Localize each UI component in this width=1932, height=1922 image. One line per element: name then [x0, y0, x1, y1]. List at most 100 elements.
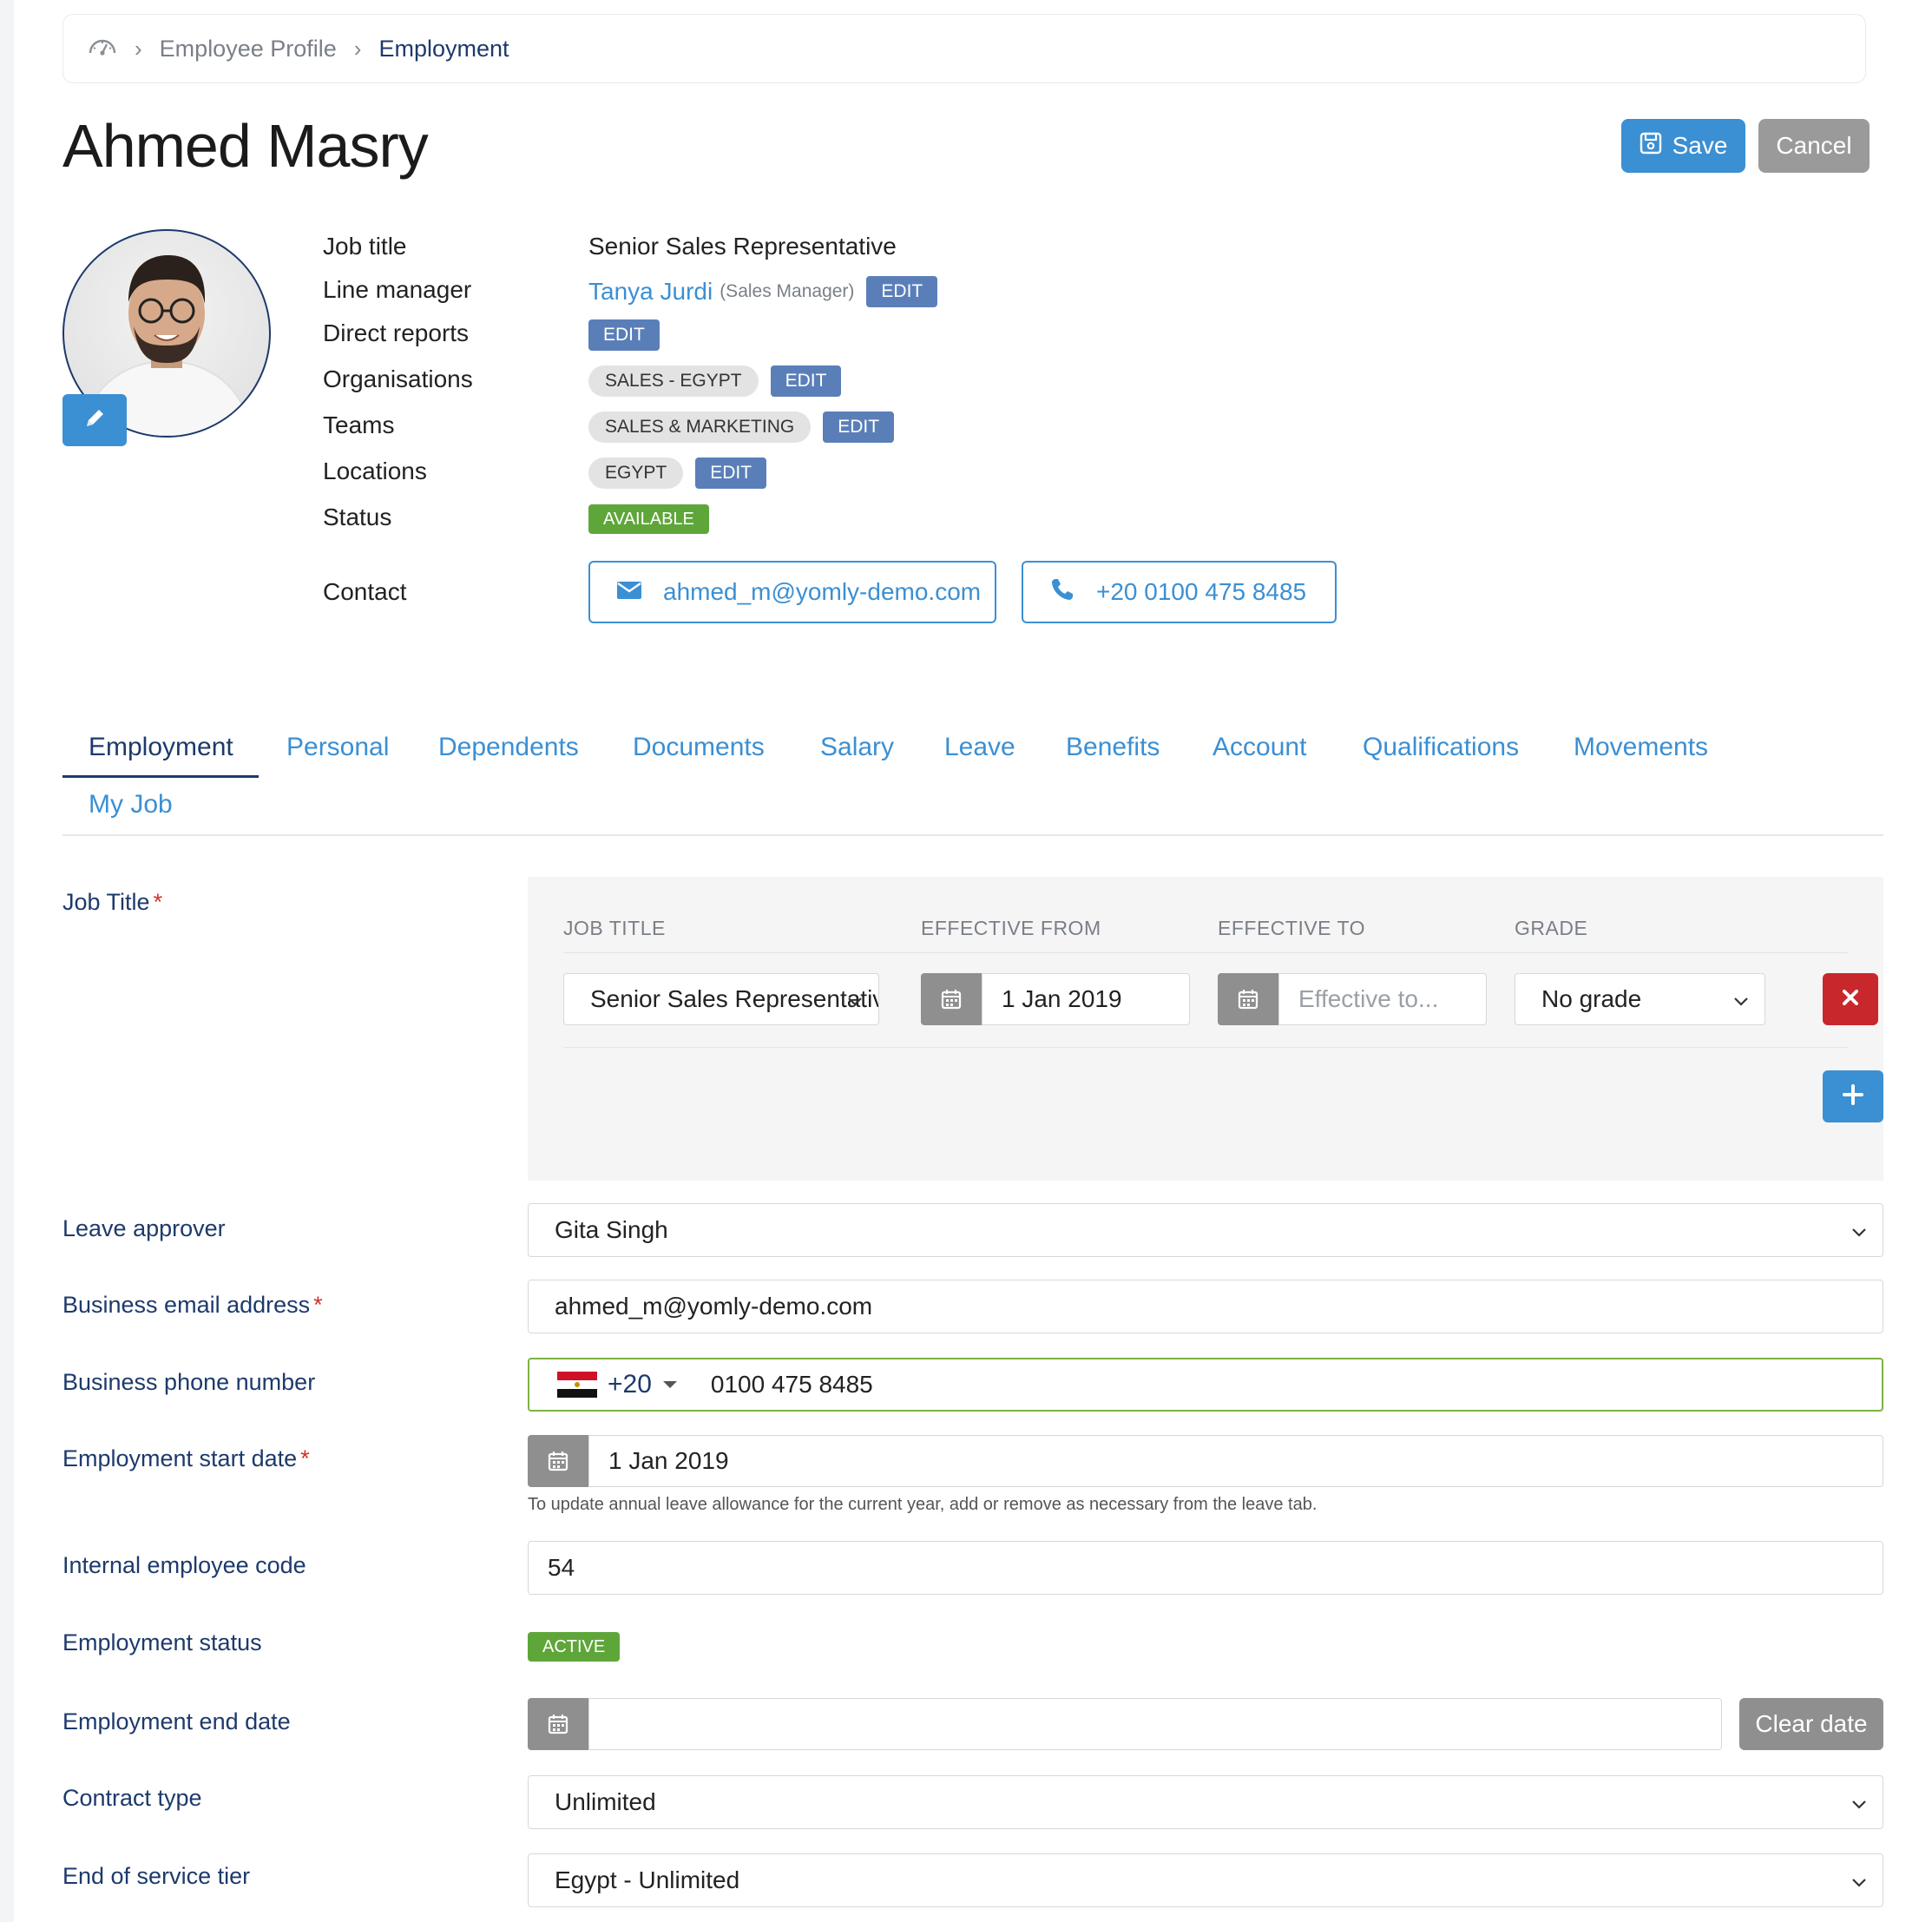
contract-type-select[interactable]: Unlimited	[528, 1775, 1883, 1829]
business-phone-input[interactable]: +20 0100 475 8485	[528, 1358, 1883, 1412]
page-title: Ahmed Masry	[62, 112, 429, 180]
calendar-icon[interactable]	[528, 1435, 588, 1487]
employee-code-label: Internal employee code	[62, 1552, 306, 1578]
save-icon	[1640, 132, 1662, 161]
end-of-service-select[interactable]: Egypt - Unlimited	[528, 1853, 1883, 1907]
tab-movements[interactable]: Movements	[1574, 733, 1708, 762]
tab-leave[interactable]: Leave	[944, 733, 1015, 762]
save-button[interactable]: Save	[1621, 119, 1745, 173]
tab-my-job[interactable]: My Job	[89, 790, 173, 819]
effective-from-value: 1 Jan 2019	[1002, 985, 1122, 1012]
tab-account[interactable]: Account	[1212, 733, 1306, 762]
clear-date-button[interactable]: Clear date	[1739, 1698, 1883, 1750]
phone-contact-button[interactable]: +20 0100 475 8485	[1022, 561, 1337, 623]
tab-dependents[interactable]: Dependents	[438, 733, 579, 762]
employment-status-label: Employment status	[62, 1629, 262, 1655]
email-contact-text: ahmed_m@yomly-demo.com	[663, 578, 982, 605]
teams-label: Teams	[323, 411, 395, 438]
breadcrumb: › Employee Profile › Employment	[62, 14, 1866, 83]
locations-value: EGYPT EDIT	[588, 457, 767, 489]
egypt-flag-icon[interactable]	[557, 1372, 597, 1398]
close-icon	[1841, 988, 1860, 1011]
leave-approver-select[interactable]: Gita Singh	[528, 1203, 1883, 1257]
end-of-service-value: Egypt - Unlimited	[555, 1866, 740, 1893]
contract-type-value: Unlimited	[555, 1788, 656, 1815]
status-badge: AVAILABLE	[588, 504, 709, 534]
breadcrumb-item-employee-profile[interactable]: Employee Profile	[160, 36, 337, 63]
add-job-title-button[interactable]	[1823, 1070, 1883, 1122]
divider	[563, 952, 1848, 953]
organisations-label: Organisations	[323, 365, 473, 392]
plus-icon	[1842, 1083, 1864, 1110]
envelope-icon	[616, 578, 642, 606]
effective-from-input[interactable]: 1 Jan 2019	[982, 973, 1190, 1025]
leave-approver-value: Gita Singh	[555, 1216, 668, 1243]
tab-salary[interactable]: Salary	[820, 733, 894, 762]
phone-contact-text: +20 0100 475 8485	[1096, 578, 1307, 605]
tab-benefits[interactable]: Benefits	[1066, 733, 1160, 762]
tab-qualifications[interactable]: Qualifications	[1363, 733, 1519, 762]
phone-icon	[1049, 576, 1075, 609]
edit-locations-button[interactable]: EDIT	[695, 457, 767, 489]
start-date-hint: To update annual leave allowance for the…	[528, 1495, 1318, 1514]
teams-value: SALES & MARKETING EDIT	[588, 411, 895, 443]
chevron-down-icon	[1851, 1216, 1867, 1244]
contact-label: Contact	[323, 578, 407, 605]
status-label: Status	[323, 504, 392, 530]
dial-code[interactable]: +20	[608, 1370, 652, 1399]
remove-job-title-button[interactable]	[1823, 973, 1878, 1025]
email-contact-button[interactable]: ahmed_m@yomly-demo.com	[588, 561, 996, 623]
chevron-down-icon	[1851, 1866, 1867, 1894]
tab-personal[interactable]: Personal	[286, 733, 389, 762]
effective-to-column-header: EFFECTIVE TO	[1218, 917, 1366, 939]
pencil-icon	[82, 406, 107, 435]
effective-to-placeholder: Effective to...	[1298, 985, 1439, 1012]
edit-direct-reports-button[interactable]: EDIT	[588, 319, 660, 351]
job-title-panel	[528, 877, 1883, 1181]
save-label: Save	[1672, 132, 1728, 159]
grade-select[interactable]: No grade	[1515, 973, 1765, 1025]
direct-reports-label: Direct reports	[323, 319, 470, 346]
edit-teams-button[interactable]: EDIT	[823, 411, 895, 443]
calendar-icon[interactable]	[528, 1698, 588, 1750]
chevron-down-icon	[847, 985, 863, 1013]
phone-number-value: 0100 475 8485	[710, 1371, 873, 1398]
page: › Employee Profile › Employment Ahmed Ma…	[14, 0, 1932, 1922]
job-title-value: Senior Sales Representative	[588, 233, 897, 260]
employment-start-date-input[interactable]: 1 Jan 2019	[588, 1435, 1883, 1487]
team-tag: SALES & MARKETING	[588, 411, 812, 443]
caret-down-icon[interactable]	[662, 1380, 678, 1389]
job-title-text: Senior Sales Representative	[588, 233, 897, 260]
edit-avatar-button[interactable]	[62, 394, 127, 446]
tab-documents[interactable]: Documents	[633, 733, 765, 762]
grade-column-header: GRADE	[1515, 917, 1588, 939]
job-title-select[interactable]: Senior Sales Representative	[563, 973, 879, 1025]
line-manager-value: Tanya Jurdi (Sales Manager) EDIT	[588, 276, 938, 307]
job-title-form-label: Job Title *	[62, 889, 163, 915]
calendar-icon[interactable]	[1218, 973, 1278, 1025]
line-manager-link[interactable]: Tanya Jurdi	[588, 278, 713, 306]
job-title-label: Job title	[323, 233, 407, 260]
cancel-button[interactable]: Cancel	[1758, 119, 1870, 173]
organisation-tag: SALES - EGYPT	[588, 365, 759, 397]
employment-end-date-label: Employment end date	[62, 1708, 291, 1734]
edit-line-manager-button[interactable]: EDIT	[866, 276, 938, 307]
business-email-input[interactable]: ahmed_m@yomly-demo.com	[528, 1280, 1883, 1333]
tab-employment[interactable]: Employment	[89, 733, 233, 762]
leave-approver-label: Leave approver	[62, 1215, 226, 1241]
edit-organisations-button[interactable]: EDIT	[770, 365, 842, 397]
effective-from-column-header: EFFECTIVE FROM	[921, 917, 1101, 939]
effective-to-input[interactable]: Effective to...	[1278, 973, 1487, 1025]
dashboard-icon[interactable]	[88, 36, 117, 63]
status-value: AVAILABLE	[588, 504, 709, 534]
business-phone-label: Business phone number	[62, 1369, 316, 1395]
employee-code-input[interactable]: 54	[528, 1541, 1883, 1595]
calendar-icon[interactable]	[921, 973, 982, 1025]
chevron-right-icon: ›	[353, 35, 362, 62]
locations-label: Locations	[323, 457, 427, 484]
employee-code-value: 54	[548, 1554, 575, 1581]
employment-end-date-input[interactable]	[588, 1698, 1722, 1750]
job-title-column-header: JOB TITLE	[563, 917, 666, 939]
chevron-down-icon	[1851, 1788, 1867, 1816]
direct-reports-value: EDIT	[588, 319, 660, 351]
